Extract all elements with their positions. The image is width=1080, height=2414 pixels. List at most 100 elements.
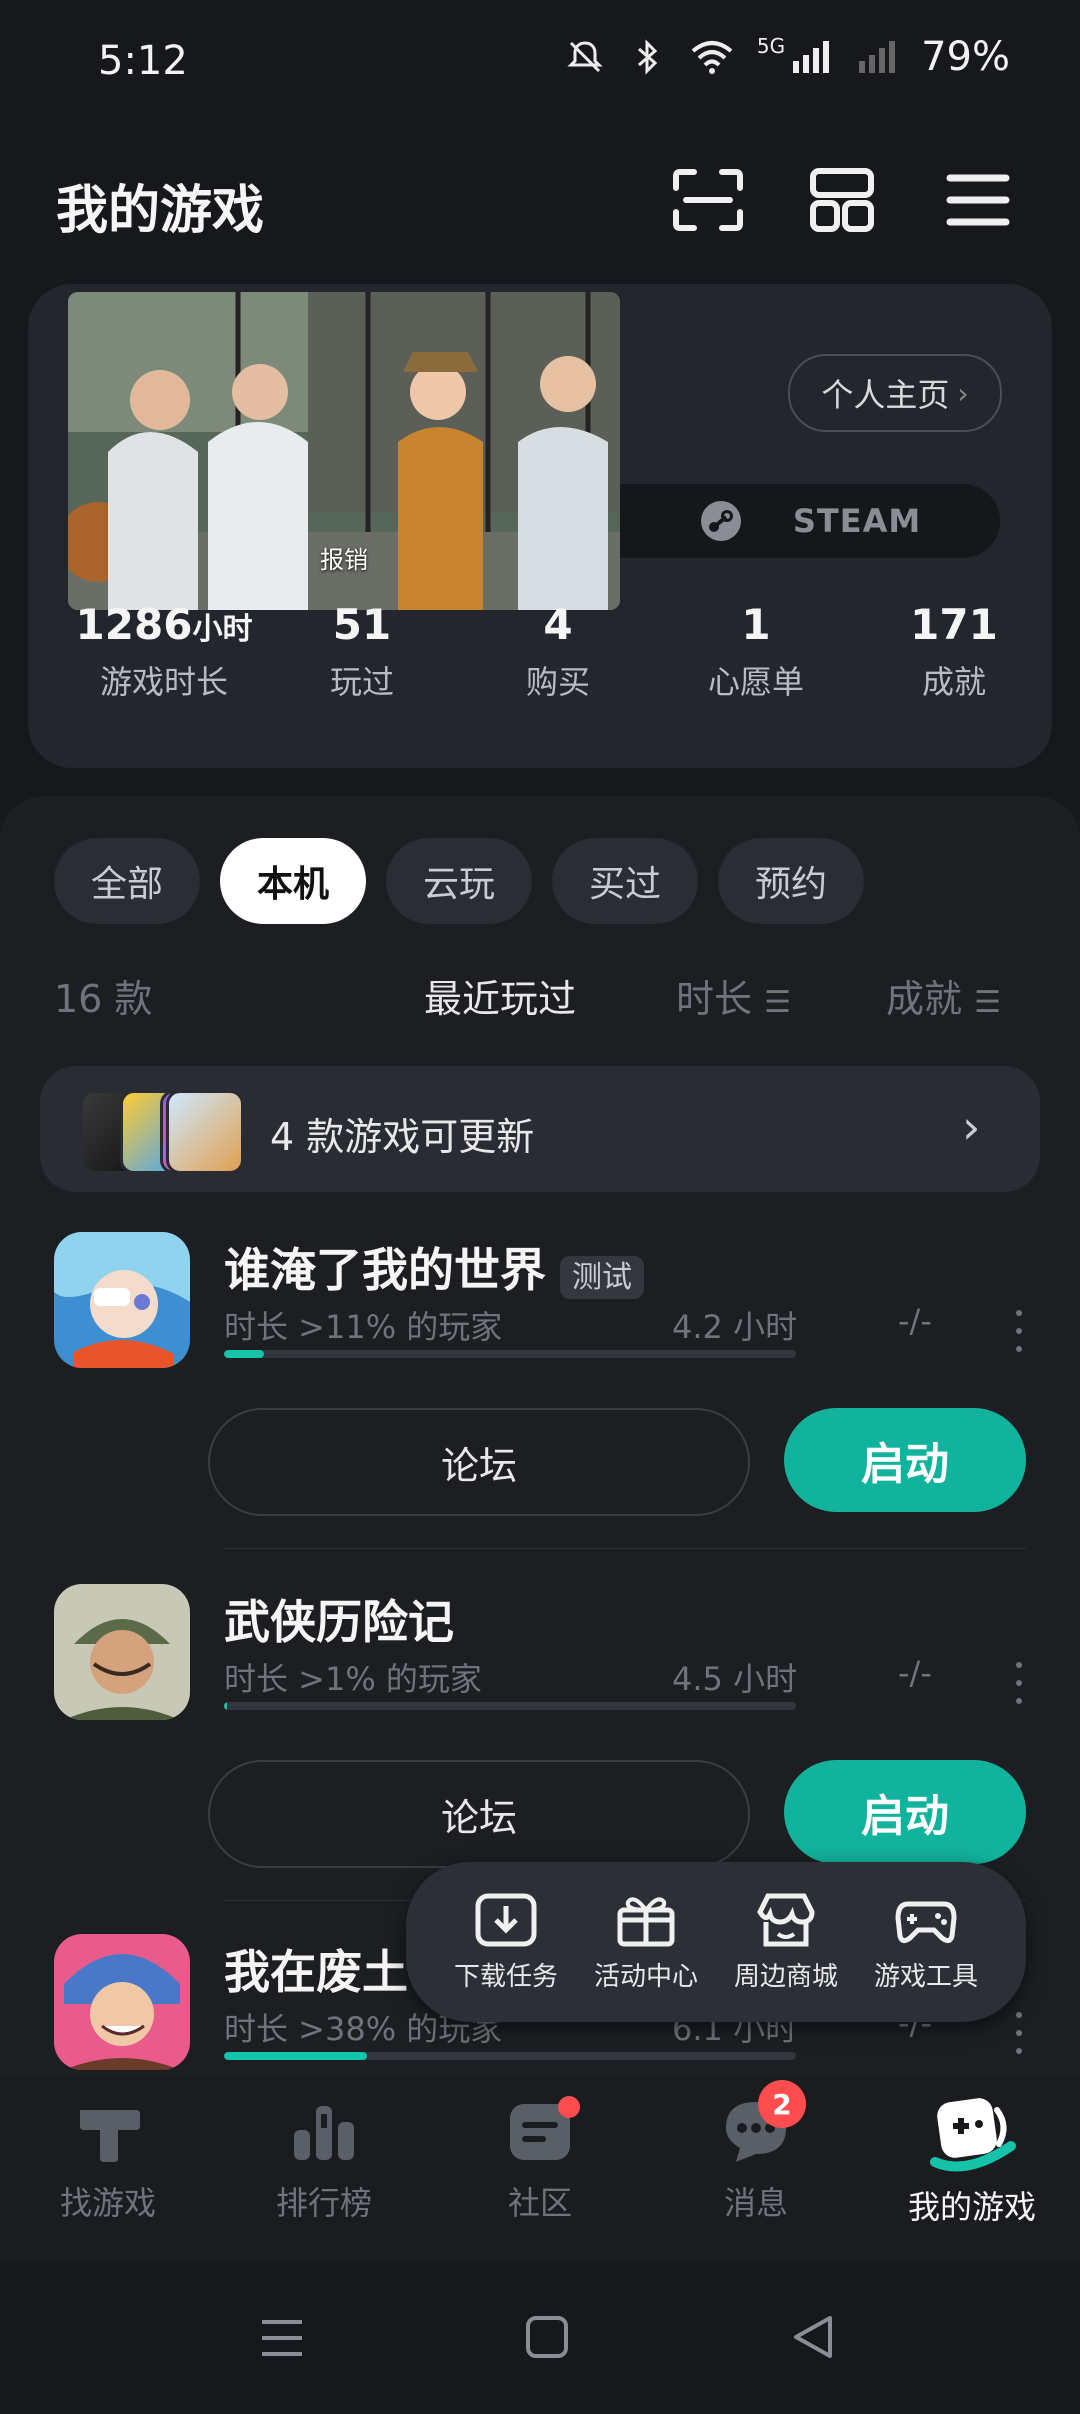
menu-button[interactable] bbox=[938, 160, 1018, 240]
game-art bbox=[54, 1934, 190, 2070]
stat-unit: 小时 bbox=[192, 612, 253, 647]
page-title: 我的游戏 bbox=[56, 181, 265, 241]
game-achievement-ratio: -/- bbox=[898, 1654, 932, 1692]
stat-value: 4 bbox=[543, 600, 573, 649]
forum-button[interactable]: 论坛 bbox=[208, 1408, 750, 1516]
sort-duration[interactable]: 时长 ☰ bbox=[676, 968, 791, 1023]
quick-menu-label: 周边商城 bbox=[733, 1961, 838, 1992]
launch-button[interactable]: 启动 bbox=[784, 1408, 1026, 1512]
steam-label: STEAM bbox=[792, 502, 922, 540]
game-icon[interactable] bbox=[54, 1584, 190, 1720]
quick-menu-label: 游戏工具 bbox=[873, 1961, 978, 1992]
signal-2-icon bbox=[859, 41, 896, 73]
progress-fill bbox=[224, 2052, 367, 2060]
floating-video-player[interactable]: 报销 bbox=[68, 292, 620, 610]
more-options-icon[interactable] bbox=[1016, 2012, 1024, 2066]
game-title[interactable]: 我在废土 bbox=[224, 1936, 408, 2002]
game-achievement-ratio: -/- bbox=[898, 1302, 932, 1340]
stat-value: 1286 bbox=[75, 600, 193, 649]
back-icon[interactable] bbox=[790, 2314, 836, 2360]
stat-played[interactable]: 51 玩过 bbox=[262, 600, 462, 703]
video-caption: 报销 bbox=[320, 546, 368, 574]
sort-icon: ☰ bbox=[764, 985, 792, 1020]
game-icon[interactable] bbox=[54, 1934, 190, 2070]
my-games-icon bbox=[930, 2098, 1016, 2172]
profile-home-button[interactable]: 个人主页 › bbox=[788, 354, 1002, 432]
sort-recent[interactable]: 最近玩过 bbox=[424, 968, 576, 1023]
game-count: 16 款 bbox=[54, 977, 153, 1021]
game-rank-text: 时长 >1% 的玩家 bbox=[224, 1660, 482, 1698]
stat-label: 购买 bbox=[525, 663, 590, 701]
nav-label: 排行榜 bbox=[275, 2184, 372, 2222]
quick-game-tools[interactable]: 游戏工具 bbox=[874, 1892, 978, 1993]
stat-value: 171 bbox=[910, 600, 998, 649]
stat-playtime[interactable]: 1286小时 游戏时长 bbox=[64, 600, 264, 703]
nav-community[interactable]: 社区 bbox=[432, 2096, 648, 2224]
status-bar: 5:12 5G 79% bbox=[0, 0, 1080, 130]
quick-menu-label: 活动中心 bbox=[593, 1961, 698, 1992]
chevron-right-icon: › bbox=[962, 1100, 981, 1154]
notification-dot bbox=[558, 2096, 580, 2118]
stat-label: 成就 bbox=[921, 663, 986, 701]
update-banner-text: 4 款游戏可更新 bbox=[270, 1115, 535, 1159]
sort-achievements[interactable]: 成就 ☰ bbox=[886, 968, 1001, 1023]
tab-bought[interactable]: 买过 bbox=[552, 838, 698, 924]
game-title-text: 谁淹了我的世界 bbox=[224, 1243, 546, 1297]
wifi-icon bbox=[691, 41, 733, 74]
widget-button[interactable] bbox=[802, 160, 882, 240]
test-badge: 测试 bbox=[560, 1255, 644, 1299]
status-time: 5:12 bbox=[98, 38, 188, 84]
sort-achievements-label: 成就 bbox=[886, 977, 963, 1021]
system-nav-bar bbox=[0, 2260, 1080, 2414]
grid-icon bbox=[810, 168, 874, 232]
signal-icon bbox=[793, 41, 830, 73]
game-title[interactable]: 谁淹了我的世界 测试 bbox=[224, 1234, 644, 1300]
home-icon[interactable] bbox=[524, 2314, 570, 2360]
profile-home-label: 个人主页 bbox=[821, 376, 950, 414]
more-options-icon[interactable] bbox=[1016, 1662, 1024, 1716]
launch-button[interactable]: 启动 bbox=[784, 1760, 1026, 1864]
game-icon[interactable] bbox=[54, 1232, 190, 1368]
nav-messages[interactable]: 消息 2 bbox=[648, 2080, 864, 2224]
game-title[interactable]: 武侠历险记 bbox=[224, 1586, 454, 1652]
network-label: 5G bbox=[756, 34, 786, 58]
battery-level: 79% bbox=[921, 34, 1010, 80]
steam-icon bbox=[700, 501, 741, 541]
nav-label: 找游戏 bbox=[59, 2184, 156, 2222]
scan-button[interactable] bbox=[668, 160, 748, 240]
forum-button[interactable]: 论坛 bbox=[208, 1760, 750, 1868]
game-hours: 4.5 小时 bbox=[672, 1660, 798, 1698]
stat-purchased[interactable]: 4 购买 bbox=[458, 600, 658, 703]
status-icons: 5G 79% bbox=[565, 34, 1010, 80]
recent-apps-icon[interactable] bbox=[258, 2316, 306, 2360]
tab-local[interactable]: 本机 bbox=[220, 838, 366, 924]
ranking-icon bbox=[294, 2106, 354, 2160]
nav-rankings[interactable]: 排行榜 bbox=[216, 2096, 432, 2224]
steam-link[interactable]: STEAM bbox=[620, 484, 1000, 558]
quick-download-tasks[interactable]: 下载任务 bbox=[454, 1892, 558, 1993]
nav-label: 消息 bbox=[723, 2184, 788, 2222]
nav-find-games[interactable]: 找游戏 bbox=[0, 2096, 216, 2224]
sort-duration-label: 时长 bbox=[676, 977, 753, 1021]
stat-achievements[interactable]: 171 成就 bbox=[854, 600, 1054, 703]
scan-icon bbox=[673, 169, 743, 231]
game-art bbox=[54, 1232, 190, 1368]
game-art bbox=[54, 1584, 190, 1720]
message-count-badge: 2 bbox=[758, 2080, 806, 2128]
tab-all[interactable]: 全部 bbox=[54, 838, 200, 924]
progress-fill bbox=[224, 1702, 228, 1710]
tab-reserved[interactable]: 预约 bbox=[718, 838, 864, 924]
mute-icon bbox=[567, 41, 603, 73]
quick-menu-label: 下载任务 bbox=[453, 1961, 558, 1992]
more-options-icon[interactable] bbox=[1016, 1310, 1024, 1364]
quick-event-center[interactable]: 活动中心 bbox=[594, 1892, 698, 1993]
chevron-right-icon: › bbox=[957, 376, 969, 410]
nav-label: 我的游戏 bbox=[907, 2188, 1036, 2226]
download-icon bbox=[475, 1893, 537, 1946]
stat-label: 心愿单 bbox=[707, 663, 804, 701]
stat-wishlist[interactable]: 1 心愿单 bbox=[656, 600, 856, 703]
quick-merch-store[interactable]: 周边商城 bbox=[734, 1892, 838, 1993]
nav-my-games[interactable]: 我的游戏 bbox=[864, 2096, 1080, 2228]
tab-cloud[interactable]: 云玩 bbox=[386, 838, 532, 924]
game-hours: 4.2 小时 bbox=[672, 1308, 798, 1346]
